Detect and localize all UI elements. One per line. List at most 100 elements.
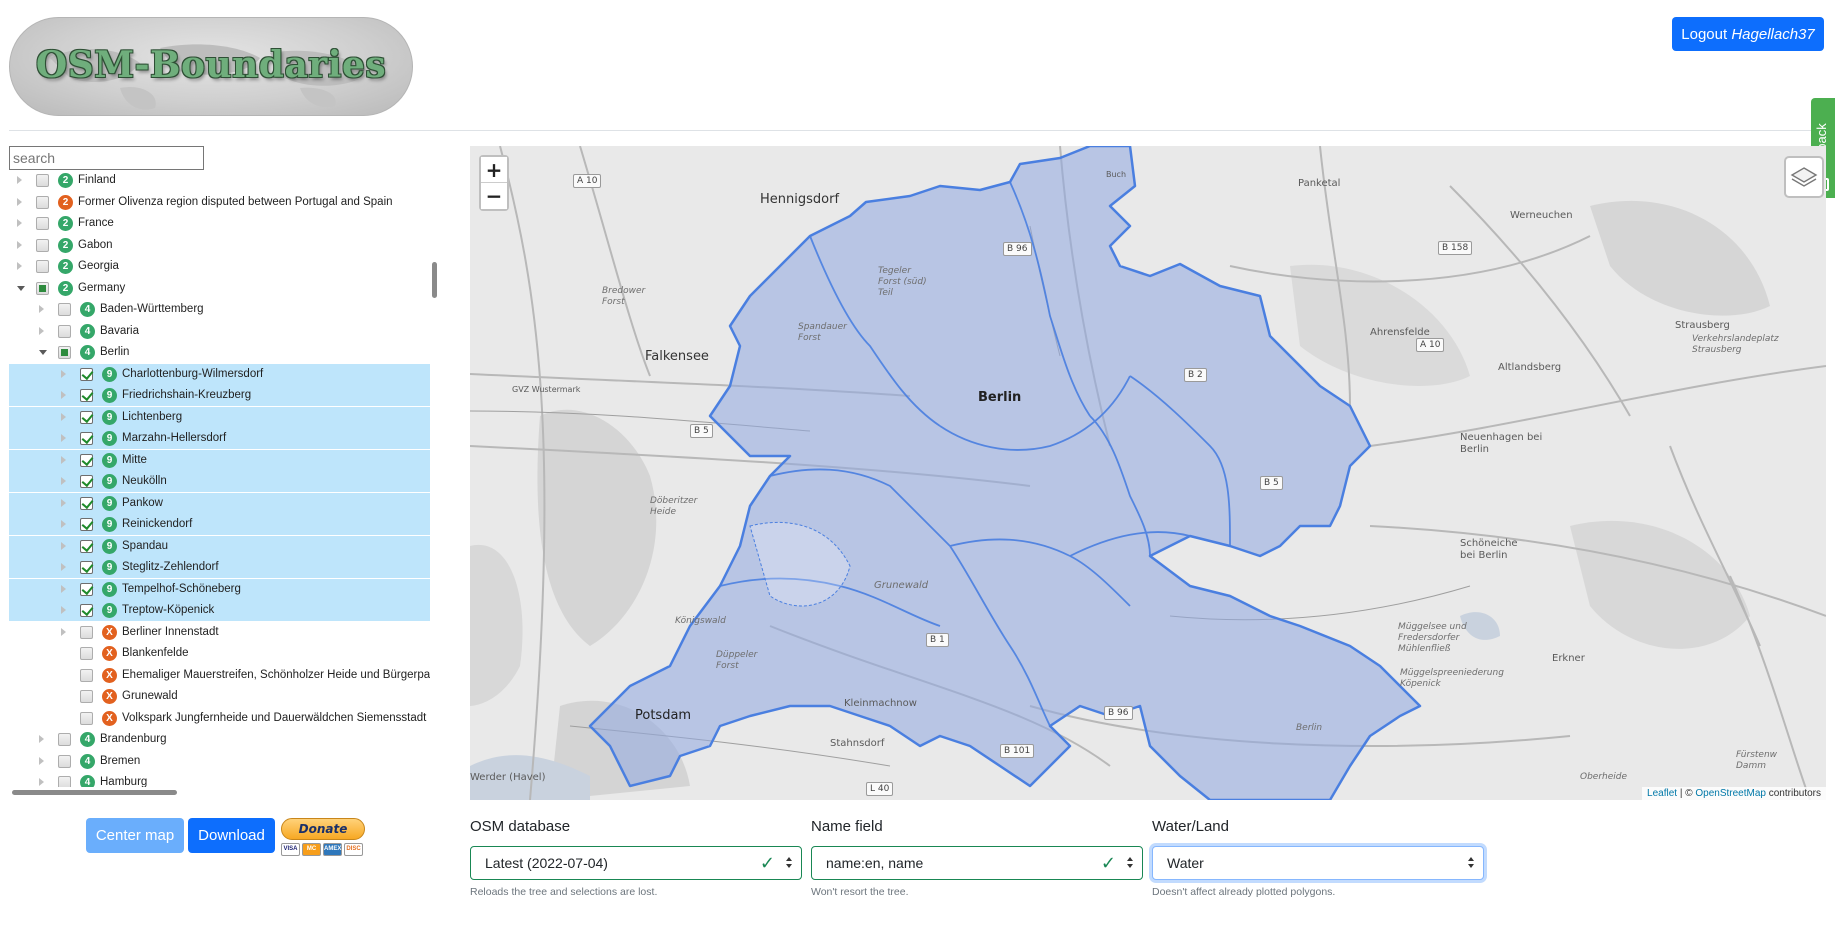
- expand-toggle-icon[interactable]: [17, 219, 22, 227]
- tree-item[interactable]: 2 Georgia: [9, 256, 430, 277]
- expand-toggle-icon[interactable]: [39, 735, 44, 743]
- expand-toggle-icon[interactable]: [61, 434, 66, 442]
- tree-item-checkbox[interactable]: [58, 303, 71, 316]
- tree-item-checkbox[interactable]: [58, 324, 71, 338]
- tree-item-checkbox[interactable]: [80, 410, 93, 424]
- tree-item-checkbox[interactable]: [80, 647, 93, 660]
- tree-item[interactable]: 4 Bremen: [9, 751, 430, 772]
- tree-item-checkbox[interactable]: [80, 432, 93, 445]
- expand-toggle-icon[interactable]: [39, 305, 44, 313]
- tree-item[interactable]: 2 Finland: [9, 170, 430, 191]
- tree-item-checkbox[interactable]: [80, 711, 93, 725]
- tree-item[interactable]: 9 Tempelhof-Schöneberg: [9, 578, 430, 600]
- logout-button[interactable]: Logout Hagellach37: [1672, 17, 1824, 51]
- tree-item[interactable]: X Berliner Innenstadt: [9, 622, 430, 643]
- tree-item-checkbox[interactable]: [80, 389, 93, 402]
- tree-item-checkbox[interactable]: [80, 367, 93, 381]
- name-field-select[interactable]: name:en, name ✓: [811, 846, 1143, 880]
- expand-toggle-icon[interactable]: [61, 606, 66, 614]
- tree-item-checkbox[interactable]: [58, 776, 71, 787]
- expand-toggle-icon[interactable]: [61, 455, 66, 464]
- expand-toggle-icon[interactable]: [61, 369, 66, 378]
- expand-toggle-icon[interactable]: [61, 391, 66, 399]
- tree-item[interactable]: 9 Pankow: [9, 492, 430, 514]
- layers-control[interactable]: [1784, 156, 1824, 198]
- expand-toggle-icon[interactable]: [17, 240, 22, 249]
- zoom-out-button[interactable]: −: [481, 183, 507, 209]
- tree-item-checkbox[interactable]: [80, 690, 93, 703]
- tree-item[interactable]: 4 Baden-Württemberg: [9, 299, 430, 320]
- center-map-button[interactable]: Center map: [86, 818, 184, 853]
- tree-item-checkbox[interactable]: [58, 346, 71, 359]
- leaflet-link[interactable]: Leaflet: [1647, 788, 1677, 799]
- tree-item[interactable]: 9 Treptow-Köpenick: [9, 600, 430, 621]
- tree-item-checkbox[interactable]: [36, 281, 49, 295]
- tree-item[interactable]: 2 Germany: [9, 278, 430, 299]
- tree-item[interactable]: 4 Bavaria: [9, 321, 430, 342]
- donate-button[interactable]: Donate: [281, 818, 365, 840]
- tree-item[interactable]: 2 France: [9, 213, 430, 234]
- boundary-tree[interactable]: 2 Finland 2 Former Olivenza region disputed…: [9, 170, 430, 787]
- expand-toggle-icon[interactable]: [61, 584, 66, 593]
- tree-item-checkbox[interactable]: [36, 195, 49, 209]
- tree-item-checkbox[interactable]: [80, 453, 93, 467]
- tree-item-checkbox[interactable]: [36, 174, 49, 187]
- expand-toggle-icon[interactable]: [61, 520, 66, 528]
- expand-toggle-icon[interactable]: [61, 498, 66, 507]
- tree-item[interactable]: 9 Charlottenburg-Wilmersdorf: [9, 363, 430, 385]
- expand-toggle-icon[interactable]: [61, 563, 66, 571]
- tree-item[interactable]: 9 Neukölln: [9, 471, 430, 492]
- osm-database-select[interactable]: Latest (2022-07-04) ✓: [470, 846, 802, 880]
- download-button[interactable]: Download: [188, 818, 275, 853]
- expand-toggle-icon[interactable]: [61, 541, 66, 550]
- expand-toggle-icon[interactable]: [39, 778, 44, 786]
- tree-item[interactable]: 4 Berlin: [9, 342, 430, 363]
- tree-item-checkbox[interactable]: [80, 518, 93, 531]
- tree-item[interactable]: 9 Lichtenberg: [9, 406, 430, 428]
- tree-item-checkbox[interactable]: [80, 561, 93, 574]
- tree-item[interactable]: 9 Spandau: [9, 535, 430, 557]
- tree-item[interactable]: 9 Steglitz-Zehlendorf: [9, 557, 430, 578]
- tree-item-checkbox[interactable]: [58, 754, 71, 768]
- tree-item-checkbox[interactable]: [80, 582, 93, 596]
- map-view[interactable]: Berlin Hennigsdorf Falkensee Potsdam Kle…: [470, 146, 1826, 800]
- tree-item-checkbox[interactable]: [36, 260, 49, 273]
- tree-item[interactable]: 9 Reinickendorf: [9, 514, 430, 535]
- tree-item-checkbox[interactable]: [80, 475, 93, 488]
- tree-item[interactable]: 9 Friedrichshain-Kreuzberg: [9, 385, 430, 406]
- tree-item[interactable]: X Grunewald: [9, 686, 430, 707]
- openstreetmap-link[interactable]: OpenStreetMap: [1695, 788, 1766, 799]
- tree-item[interactable]: 4 Brandenburg: [9, 729, 430, 750]
- tree-item[interactable]: 9 Marzahn-Hellersdorf: [9, 428, 430, 449]
- tree-item[interactable]: 9 Mitte: [9, 449, 430, 471]
- tree-item-checkbox[interactable]: [36, 238, 49, 252]
- expand-toggle-icon[interactable]: [39, 326, 44, 335]
- tree-item[interactable]: 2 Former Olivenza region disputed between…: [9, 192, 430, 213]
- expand-toggle-icon[interactable]: [61, 477, 66, 485]
- tree-horizontal-scrollbar[interactable]: [12, 790, 177, 795]
- water-land-select[interactable]: Water: [1152, 846, 1484, 880]
- tree-item-checkbox[interactable]: [36, 217, 49, 230]
- tree-item-checkbox[interactable]: [80, 539, 93, 553]
- tree-item-checkbox[interactable]: [80, 496, 93, 510]
- zoom-in-button[interactable]: +: [481, 157, 507, 183]
- collapse-toggle-icon[interactable]: [39, 350, 47, 355]
- expand-toggle-icon[interactable]: [17, 262, 22, 270]
- tree-item[interactable]: 2 Gabon: [9, 235, 430, 256]
- expand-toggle-icon[interactable]: [61, 412, 66, 421]
- tree-item-checkbox[interactable]: [58, 733, 71, 746]
- tree-item-checkbox[interactable]: [80, 604, 93, 617]
- expand-toggle-icon[interactable]: [39, 756, 44, 765]
- tree-item[interactable]: 4 Hamburg: [9, 772, 430, 787]
- expand-toggle-icon[interactable]: [17, 176, 22, 184]
- tree-search-input[interactable]: [9, 146, 204, 170]
- site-logo[interactable]: OSM-Boundaries: [9, 17, 413, 116]
- expand-toggle-icon[interactable]: [61, 627, 66, 636]
- tree-item[interactable]: X Ehemaliger Mauerstreifen, Schönholzer H…: [9, 665, 430, 686]
- tree-vertical-scrollbar[interactable]: [432, 262, 437, 298]
- tree-item-checkbox[interactable]: [80, 625, 93, 639]
- tree-item[interactable]: X Volkspark Jungfernheide und Dauerwäldch…: [9, 708, 430, 729]
- collapse-toggle-icon[interactable]: [17, 285, 25, 291]
- tree-item[interactable]: X Blankenfelde: [9, 643, 430, 664]
- expand-toggle-icon[interactable]: [17, 197, 22, 206]
